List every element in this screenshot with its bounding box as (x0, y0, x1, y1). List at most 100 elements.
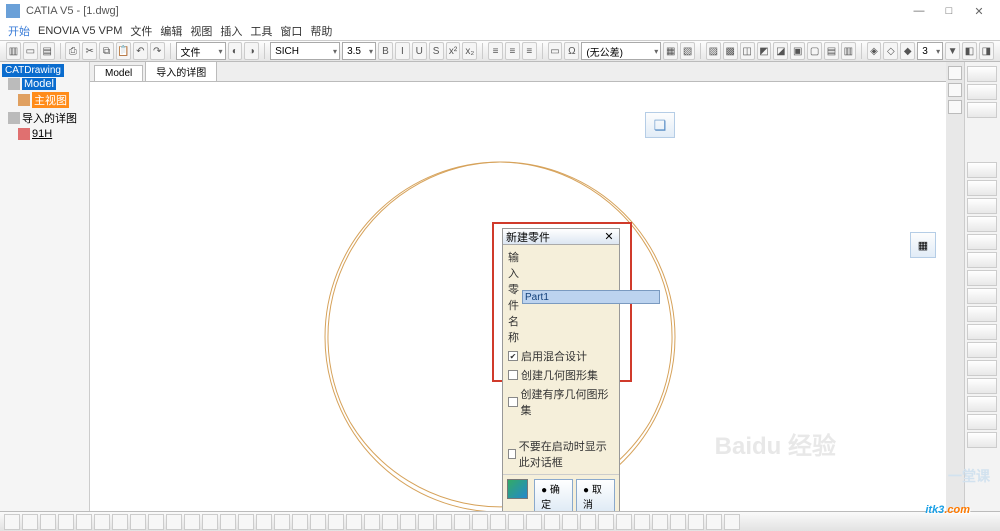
sb-icon[interactable] (76, 514, 92, 530)
sb-icon[interactable] (112, 514, 128, 530)
sb-icon[interactable] (436, 514, 452, 530)
right-tool-icon[interactable] (967, 84, 997, 100)
dialog-ok-button[interactable]: ● 确定 (534, 479, 573, 511)
tab-import[interactable]: 导入的详图 (145, 61, 217, 81)
tree-node-import[interactable]: 导入的详图 (2, 109, 87, 127)
tb-icon[interactable]: ◨ (979, 42, 994, 60)
menu-help[interactable]: 帮助 (310, 23, 332, 39)
align-left-icon[interactable]: ≡ (488, 42, 503, 60)
sb-icon[interactable] (382, 514, 398, 530)
sb-icon[interactable] (346, 514, 362, 530)
tb-icon[interactable]: ▨ (706, 42, 721, 60)
side-icon[interactable] (948, 100, 962, 114)
print-icon[interactable]: ⎙ (65, 42, 80, 60)
window-minimize-button[interactable]: — (904, 1, 934, 21)
floating-view-button[interactable]: ❏ (645, 112, 675, 138)
sb-icon[interactable] (706, 514, 722, 530)
sb-icon[interactable] (490, 514, 506, 530)
sb-icon[interactable] (418, 514, 434, 530)
sb-icon[interactable] (652, 514, 668, 530)
sb-icon[interactable] (292, 514, 308, 530)
menu-view[interactable]: 视图 (190, 23, 212, 39)
tb-icon[interactable]: ◩ (757, 42, 772, 60)
sub-icon[interactable]: x₂ (462, 42, 477, 60)
tb-icon[interactable]: ◫ (740, 42, 755, 60)
tb-icon[interactable]: ◧ (962, 42, 977, 60)
sb-icon[interactable] (364, 514, 380, 530)
tb-icon[interactable]: ▼ (945, 42, 960, 60)
part-name-input[interactable] (522, 290, 660, 304)
dont-show-checkbox[interactable] (508, 449, 516, 459)
right-tool-icon[interactable] (967, 432, 997, 448)
sb-icon[interactable] (634, 514, 650, 530)
tree-node-model[interactable]: Model (2, 77, 87, 91)
tb-icon[interactable]: ◑ (244, 42, 259, 60)
sb-icon[interactable] (562, 514, 578, 530)
window-close-button[interactable]: ✕ (964, 1, 994, 21)
sb-icon[interactable] (328, 514, 344, 530)
right-tool-icon[interactable] (967, 162, 997, 178)
sb-icon[interactable] (148, 514, 164, 530)
cut-icon[interactable]: ✂ (82, 42, 97, 60)
style-dropdown[interactable]: SICH (270, 42, 340, 60)
right-tool-icon[interactable] (967, 198, 997, 214)
new-icon[interactable]: ▥ (6, 42, 21, 60)
sb-icon[interactable] (526, 514, 542, 530)
menu-window[interactable]: 窗口 (280, 23, 302, 39)
floating-tool-button[interactable]: ▦ (910, 232, 936, 258)
sb-icon[interactable] (166, 514, 182, 530)
right-tool-icon[interactable] (967, 306, 997, 322)
dialog-close-button[interactable]: ✕ (602, 230, 616, 243)
menu-start[interactable]: 开始 (8, 23, 30, 39)
right-tool-icon[interactable] (967, 396, 997, 412)
sb-icon[interactable] (220, 514, 236, 530)
dialog-cancel-button[interactable]: ● 取消 (576, 479, 615, 511)
frame-icon[interactable]: ▭ (548, 42, 563, 60)
right-tool-icon[interactable] (967, 324, 997, 340)
sb-icon[interactable] (274, 514, 290, 530)
right-tool-icon[interactable] (967, 288, 997, 304)
right-tool-icon[interactable] (967, 378, 997, 394)
tb-icon[interactable]: ▧ (680, 42, 695, 60)
right-tool-icon[interactable] (967, 252, 997, 268)
sb-icon[interactable] (508, 514, 524, 530)
sb-icon[interactable] (580, 514, 596, 530)
undo-icon[interactable]: ↶ (133, 42, 148, 60)
right-tool-icon[interactable] (967, 66, 997, 82)
right-tool-icon[interactable] (967, 180, 997, 196)
sb-icon[interactable] (454, 514, 470, 530)
window-maximize-button[interactable]: □ (934, 1, 964, 21)
sb-icon[interactable] (688, 514, 704, 530)
size-dropdown[interactable]: 3.5 (342, 42, 376, 60)
side-icon[interactable] (948, 66, 962, 80)
tb-icon[interactable]: ▦ (663, 42, 678, 60)
sb-icon[interactable] (4, 514, 20, 530)
sb-icon[interactable] (22, 514, 38, 530)
num-dropdown[interactable]: 3 (917, 42, 943, 60)
sb-icon[interactable] (58, 514, 74, 530)
file-type-dropdown[interactable]: 文件 (176, 42, 226, 60)
tb-icon[interactable]: ◇ (883, 42, 898, 60)
sb-icon[interactable] (256, 514, 272, 530)
sb-icon[interactable] (598, 514, 614, 530)
menu-enovia[interactable]: ENOVIA V5 VPM (38, 25, 122, 37)
side-icon[interactable] (948, 83, 962, 97)
tree-root[interactable]: CATDrawing (2, 64, 64, 77)
sb-icon[interactable] (238, 514, 254, 530)
tb-icon[interactable]: ◈ (867, 42, 882, 60)
ordered-geom-checkbox[interactable] (508, 397, 518, 407)
tree-node-mainview[interactable]: 主视图 (2, 91, 87, 109)
symbol-icon[interactable]: Ω (564, 42, 579, 60)
tab-model[interactable]: Model (94, 65, 143, 81)
sb-icon[interactable] (616, 514, 632, 530)
tb-icon[interactable]: ▢ (807, 42, 822, 60)
save-icon[interactable]: ▤ (40, 42, 55, 60)
menu-insert[interactable]: 插入 (220, 23, 242, 39)
sb-icon[interactable] (40, 514, 56, 530)
tolerance-dropdown[interactable]: (无公差) (581, 42, 661, 60)
strike-icon[interactable]: S (429, 42, 444, 60)
right-tool-icon[interactable] (967, 342, 997, 358)
sb-icon[interactable] (670, 514, 686, 530)
sb-icon[interactable] (724, 514, 740, 530)
underline-icon[interactable]: U (412, 42, 427, 60)
